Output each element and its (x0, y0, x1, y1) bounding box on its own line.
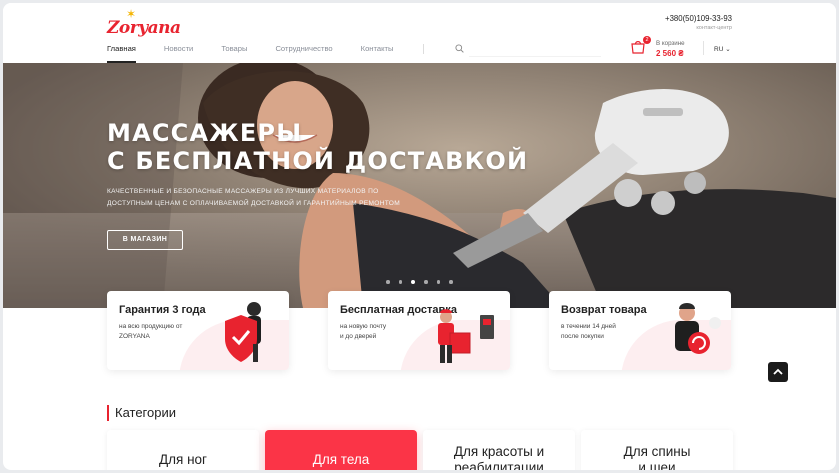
category-label: реабилитации (454, 460, 544, 470)
feature-description-line: на всю продукцию от (119, 323, 183, 330)
category-card-legs[interactable]: Для ног (107, 430, 259, 470)
language-label: RU (714, 46, 724, 53)
feature-title: Гарантия 3 года (119, 304, 206, 316)
slider-dots (386, 280, 462, 284)
hero-subtitle: КАЧЕСТВЕННЫЕ И БЕЗОПАСНЫЕ МАССАЖЕРЫ ИЗ Л… (107, 186, 467, 210)
chevron-up-icon (773, 368, 783, 375)
feature-description-line: и до дверей (340, 332, 377, 340)
nav-item-news[interactable]: Новости (164, 44, 193, 58)
nav-item-cooperation[interactable]: Сотрудничество (275, 44, 332, 58)
scroll-to-top-button[interactable] (768, 362, 788, 382)
feature-card-warranty: Гарантия 3 года на всю продукцию от ZORYA… (107, 291, 289, 370)
slider-dot[interactable] (449, 280, 453, 284)
slider-dot[interactable] (411, 280, 415, 284)
feature-description-line: на новую почту (340, 323, 387, 330)
phone-number[interactable]: +380(50)109-33-93 (665, 14, 732, 23)
main-nav: Главная Новости Товары Сотрудничество Ко… (107, 44, 424, 63)
nav-item-contacts[interactable]: Контакты (361, 44, 394, 58)
feature-title: Возврат товара (561, 304, 647, 316)
feature-description: на новую почту и до дверей (340, 322, 432, 341)
return-box-icon (675, 303, 721, 354)
chevron-down-icon: ⌄ (725, 46, 731, 53)
category-label: Для красоты и (453, 444, 545, 459)
logo[interactable]: ✶ Zoryana (107, 8, 181, 38)
feature-card-return: Возврат товара в течении 14 дней после по… (549, 291, 731, 370)
site-header: ✶ Zoryana Главная Новости Товары Сотрудн… (3, 3, 836, 63)
feature-description-line: в течении 14 дней (561, 323, 616, 330)
heading-accent-bar (107, 405, 109, 421)
category-label: Для спины (623, 444, 691, 459)
header-divider (703, 41, 704, 55)
hero-title-line-2: С БЕСПЛАТНОЙ ДОСТАВКОЙ (107, 147, 529, 175)
feature-description-line: ZORYANA (119, 332, 150, 340)
shield-check-icon (225, 302, 261, 362)
category-card-body[interactable]: Для тела (265, 430, 417, 470)
nav-divider (423, 44, 424, 54)
search-input[interactable] (469, 40, 601, 57)
hero-title: МАССАЖЕРЫ С БЕСПЛАТНОЙ ДОСТАВКОЙ (107, 119, 528, 175)
category-label: Для тела (312, 452, 370, 467)
slider-dot[interactable] (424, 280, 428, 284)
shop-button[interactable]: В МАГАЗИН (107, 230, 183, 250)
cart-label: В корзине (656, 40, 685, 47)
hero-title-line-1: МАССАЖЕРЫ (107, 119, 303, 147)
category-label: Для ног (159, 452, 207, 467)
cart-count-badge: 2 (643, 36, 651, 44)
language-selector[interactable]: RU ⌄ (714, 45, 731, 53)
hero-banner: МАССАЖЕРЫ С БЕСПЛАТНОЙ ДОСТАВКОЙ КАЧЕСТВ… (3, 63, 836, 308)
hero-subtitle-line-2: ДОСТУПНЫМ ЦЕНАМ С ОПЛАЧИВАЕМОЙ ДОСТАВКОЙ… (107, 200, 401, 207)
category-label: и шеи (638, 460, 676, 470)
slider-dot[interactable] (386, 280, 390, 284)
page: ✶ Zoryana Главная Новости Товары Сотрудн… (3, 3, 836, 470)
slider-dot[interactable] (436, 280, 440, 284)
logo-text: Zoryana (107, 18, 181, 38)
slider-dot[interactable] (398, 280, 402, 284)
cart-total[interactable]: 2 560 ₴ (656, 49, 684, 58)
phone-caption: контакт-центр (696, 25, 732, 31)
nav-item-products[interactable]: Товары (221, 44, 247, 58)
feature-description: в течении 14 дней после покупки (561, 322, 653, 341)
feature-description-line: после покупки (561, 332, 604, 340)
search-icon[interactable] (455, 44, 464, 53)
courier-icon (438, 309, 494, 363)
feature-card-delivery: Бесплатная доставка на новую почту и до д… (328, 291, 510, 370)
categories-heading: Категории (115, 405, 176, 420)
category-card-back-neck[interactable]: Для спины и шеи (581, 430, 733, 470)
hero-subtitle-line-1: КАЧЕСТВЕННЫЕ И БЕЗОПАСНЫЕ МАССАЖЕРЫ ИЗ Л… (107, 188, 379, 195)
nav-item-home[interactable]: Главная (107, 44, 136, 63)
category-card-beauty[interactable]: Для красоты и реабилитации (423, 430, 575, 470)
feature-description: на всю продукцию от ZORYANA (119, 322, 211, 341)
